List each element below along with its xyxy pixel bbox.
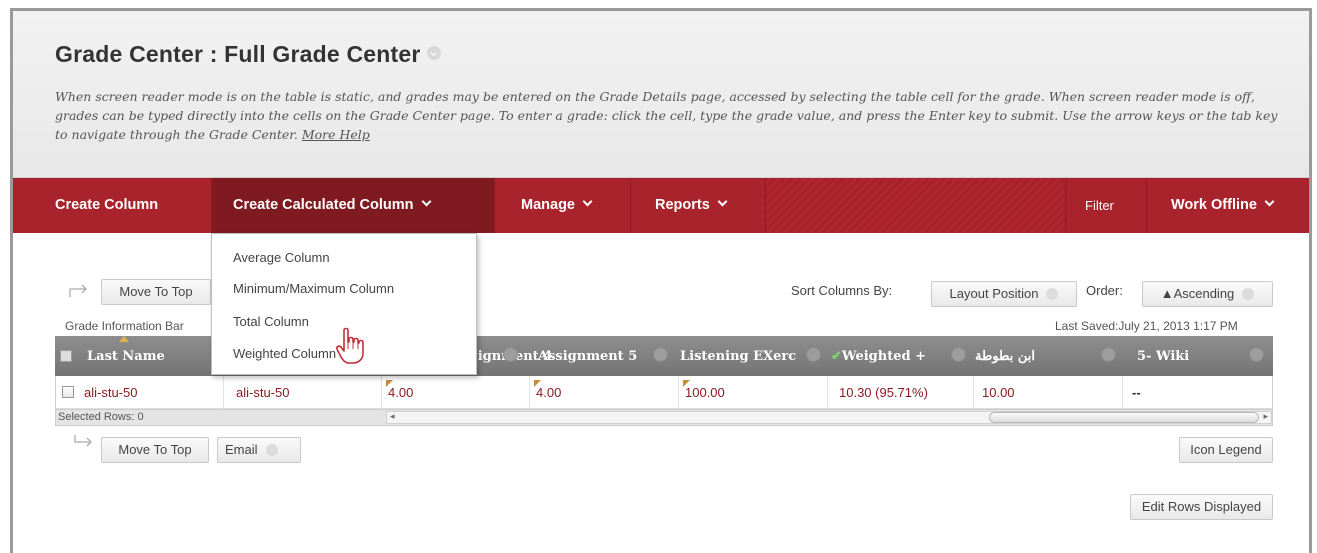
move-to-top-button[interactable]: Move To Top bbox=[101, 279, 211, 305]
sort-indicator-icon bbox=[119, 336, 129, 342]
table-row: ali-stu-50 ali-stu-50 4.00 4.00 100.00 1… bbox=[55, 376, 1273, 409]
cell-listening-exercise[interactable]: 100.00 bbox=[685, 376, 725, 409]
nav-divider bbox=[765, 178, 766, 233]
cell-assignment-4[interactable]: 4.00 bbox=[388, 376, 413, 409]
cell-divider bbox=[1122, 376, 1123, 409]
nav-divider bbox=[1146, 178, 1147, 233]
reports-label: Reports bbox=[655, 197, 710, 213]
horizontal-scrollbar[interactable]: ◂ ▸ bbox=[386, 411, 1272, 424]
row-arrow-icon bbox=[74, 435, 92, 447]
scroll-right-icon[interactable]: ▸ bbox=[1263, 411, 1268, 422]
move-to-top-label: Move To Top bbox=[118, 442, 192, 457]
cell-assignment-5[interactable]: 4.00 bbox=[536, 376, 561, 409]
chevron-down-icon bbox=[421, 196, 431, 207]
filter-label: Filter bbox=[1085, 198, 1114, 213]
hand-cursor-icon bbox=[336, 327, 364, 364]
create-column-button[interactable]: Create Column bbox=[55, 178, 158, 233]
chevron-down-icon[interactable] bbox=[503, 347, 518, 362]
scrollbar-thumb[interactable] bbox=[989, 412, 1259, 423]
column-header-last-name[interactable]: Last Name bbox=[87, 336, 165, 376]
create-column-label: Create Column bbox=[55, 197, 159, 213]
chevron-down-icon[interactable] bbox=[806, 347, 821, 362]
chevron-down-icon[interactable] bbox=[1249, 347, 1264, 362]
edit-rows-displayed-label: Edit Rows Displayed bbox=[1141, 499, 1262, 514]
nav-divider bbox=[494, 178, 495, 233]
cell-divider bbox=[678, 376, 679, 409]
page-title: Grade Center : Full Grade Center bbox=[55, 41, 441, 68]
chevron-down-icon bbox=[265, 444, 278, 456]
order-label: Order: bbox=[1086, 283, 1123, 298]
reports-menu[interactable]: Reports bbox=[655, 178, 728, 233]
manage-menu[interactable]: Manage bbox=[521, 178, 593, 233]
email-label: Email bbox=[225, 442, 258, 457]
sort-columns-select[interactable]: Layout Position bbox=[931, 281, 1077, 307]
column-header-assignment-5[interactable]: Assignment 5 bbox=[538, 336, 637, 376]
cell-divider bbox=[973, 376, 974, 409]
move-to-top-label: Move To Top bbox=[119, 284, 193, 299]
cell-wiki[interactable]: -- bbox=[1132, 376, 1141, 409]
chevron-down-icon bbox=[717, 196, 728, 207]
filter-button[interactable]: Filter bbox=[1085, 178, 1114, 233]
email-button-bottom[interactable]: Email bbox=[217, 437, 301, 463]
cell-divider bbox=[381, 376, 382, 409]
column-header-ibn-battuta[interactable]: ابن بطوطة bbox=[975, 336, 1035, 376]
page-title-text: Grade Center : Full Grade Center bbox=[55, 41, 421, 67]
chevron-down-icon bbox=[1046, 288, 1059, 300]
selected-rows-count: Selected Rows: 0 bbox=[58, 411, 144, 423]
column-header-weighted[interactable]: ✔Weighted + bbox=[831, 336, 926, 376]
menu-item-total-column[interactable]: Total Column bbox=[233, 314, 309, 329]
grade-center-window: Grade Center : Full Grade Center When sc… bbox=[10, 8, 1312, 553]
check-icon: ✔ bbox=[831, 349, 842, 364]
chevron-down-icon bbox=[1264, 196, 1275, 207]
chevron-down-icon[interactable] bbox=[426, 46, 441, 60]
cell-ibn-battuta[interactable]: 10.00 bbox=[982, 376, 1015, 409]
last-saved-text: Last Saved:July 21, 2013 1:17 PM bbox=[1055, 319, 1238, 333]
grid-status-bar: Selected Rows: 0 ◂ ▸ bbox=[55, 409, 1273, 426]
instructions-text: When screen reader mode is on the table … bbox=[55, 87, 1285, 144]
cell-weighted[interactable]: 10.30 (95.71%) bbox=[839, 376, 928, 409]
nav-divider bbox=[630, 178, 631, 233]
cell-last-name[interactable]: ali-stu-50 bbox=[84, 376, 137, 409]
column-header-wiki[interactable]: 5- Wiki bbox=[1137, 336, 1189, 376]
chevron-down-icon[interactable] bbox=[951, 347, 966, 362]
cell-divider bbox=[223, 376, 224, 409]
cell-divider bbox=[529, 376, 530, 409]
chevron-down-icon bbox=[1242, 288, 1255, 300]
cell-divider bbox=[827, 376, 828, 409]
row-arrow-icon bbox=[69, 284, 87, 297]
column-header-weighted-label: Weighted + bbox=[841, 349, 926, 364]
manage-label: Manage bbox=[521, 197, 575, 213]
work-offline-menu[interactable]: Work Offline bbox=[1171, 178, 1275, 233]
sort-columns-by-label: Sort Columns By: bbox=[791, 283, 893, 298]
page-header: Grade Center : Full Grade Center When sc… bbox=[13, 11, 1309, 178]
select-all-checkbox[interactable] bbox=[60, 350, 72, 362]
grade-information-bar-label[interactable]: Grade Information Bar bbox=[65, 319, 184, 333]
more-help-link[interactable]: More Help bbox=[302, 127, 370, 142]
icon-legend-button[interactable]: Icon Legend bbox=[1179, 437, 1273, 463]
scroll-left-icon[interactable]: ◂ bbox=[390, 411, 395, 422]
edit-rows-displayed-button[interactable]: Edit Rows Displayed bbox=[1130, 494, 1273, 520]
instructions-body: When screen reader mode is on the table … bbox=[55, 89, 1278, 142]
action-bar-pattern bbox=[765, 178, 1065, 233]
work-offline-label: Work Offline bbox=[1171, 197, 1257, 213]
create-calculated-column-menu[interactable]: Create Calculated Column bbox=[212, 178, 494, 233]
row-checkbox[interactable] bbox=[62, 386, 74, 398]
menu-item-weighted-column[interactable]: Weighted Column bbox=[233, 346, 336, 361]
nav-divider bbox=[1065, 178, 1066, 233]
order-value: ▲Ascending bbox=[1160, 286, 1235, 301]
action-bar: Create Column Create Calculated Column M… bbox=[13, 178, 1309, 233]
chevron-down-icon[interactable] bbox=[653, 347, 668, 362]
chevron-down-icon bbox=[582, 196, 593, 207]
order-select[interactable]: ▲Ascending bbox=[1142, 281, 1273, 307]
chevron-down-icon[interactable] bbox=[1101, 347, 1116, 362]
menu-item-average-column[interactable]: Average Column bbox=[233, 250, 330, 265]
create-calculated-column-label: Create Calculated Column bbox=[233, 197, 414, 213]
move-to-top-button-bottom[interactable]: Move To Top bbox=[101, 437, 209, 463]
icon-legend-label: Icon Legend bbox=[1190, 442, 1262, 457]
cell-first-name[interactable]: ali-stu-50 bbox=[236, 376, 289, 409]
column-header-listening-exercise[interactable]: Listening EXerc bbox=[680, 336, 796, 376]
sort-columns-value: Layout Position bbox=[949, 286, 1039, 301]
menu-item-minimum-maximum-column[interactable]: Minimum/Maximum Column bbox=[233, 281, 394, 296]
